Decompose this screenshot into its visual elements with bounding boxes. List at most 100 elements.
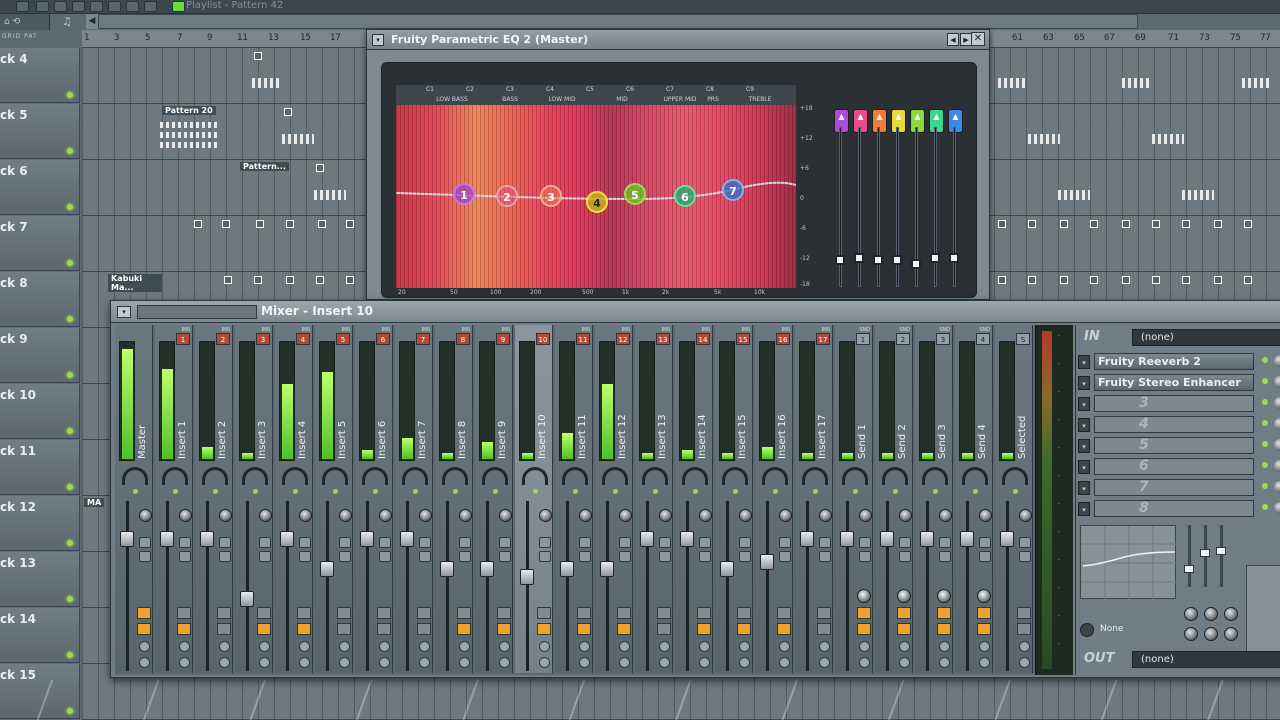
swap-button[interactable] [179, 551, 191, 562]
clip-marker[interactable] [1182, 276, 1190, 284]
slot-menu-icon[interactable]: ▾ [1078, 418, 1090, 432]
track-option-icon[interactable] [979, 657, 990, 668]
slot-mix-knob[interactable] [1274, 502, 1280, 514]
eq-spectrum-display[interactable]: 1 2 3 4 5 6 7 [396, 105, 796, 288]
pattern-clip[interactable]: Pattern 20 [160, 106, 220, 156]
clip-marker[interactable] [1028, 276, 1036, 284]
mixer-track[interactable]: SND 1 Send 1 [835, 325, 873, 673]
pan-knob[interactable] [802, 467, 828, 485]
swap-button[interactable] [539, 537, 551, 548]
track-option-icon[interactable] [899, 657, 910, 668]
clip-marker[interactable] [346, 220, 354, 228]
swap-button[interactable] [339, 537, 351, 548]
track-number-badge[interactable]: 15 [736, 333, 750, 345]
volume-fader[interactable] [280, 531, 294, 547]
track-active-led[interactable] [67, 372, 73, 378]
swap-button[interactable] [219, 551, 231, 562]
effect-slot-name[interactable]: 6 [1094, 458, 1254, 475]
track-option-icon[interactable] [739, 657, 750, 668]
clip-marker[interactable] [1028, 220, 1036, 228]
track-header[interactable]: ck 11 [0, 440, 80, 495]
track-active-led[interactable] [67, 204, 73, 210]
track-number-badge[interactable]: 17 [816, 333, 830, 345]
track-option-icon[interactable] [139, 641, 150, 652]
track-option-icon[interactable] [1019, 641, 1030, 652]
route-button[interactable] [457, 623, 471, 635]
route-button[interactable] [217, 607, 231, 619]
pan-knob[interactable] [482, 467, 508, 485]
send-level-knob[interactable] [937, 589, 951, 603]
track-active-led[interactable] [67, 652, 73, 658]
track-active-led[interactable] [67, 148, 73, 154]
pattern-clip[interactable]: Pattern... [238, 162, 298, 212]
mixer-track[interactable]: SND 4 Send 4 [955, 325, 993, 673]
track-number-badge[interactable]: 9 [496, 333, 510, 345]
record-icon[interactable] [36, 1, 49, 12]
mixer-track[interactable]: S Selected [995, 325, 1033, 673]
clip-marker[interactable] [284, 108, 292, 116]
mixer-track[interactable]: INS 1 Insert 1 [155, 325, 193, 673]
mute-tool-icon[interactable] [144, 1, 157, 12]
clip-marker[interactable] [998, 220, 1006, 228]
pattern-clip[interactable]: MA [82, 498, 108, 548]
track-option-icon[interactable] [939, 641, 950, 652]
pan-knob[interactable] [322, 467, 348, 485]
stereo-knob[interactable] [979, 509, 992, 522]
clip-marker[interactable] [1182, 220, 1190, 228]
mixer-track[interactable]: INS 4 Insert 4 [275, 325, 313, 673]
clip-marker[interactable] [286, 220, 294, 228]
track-number-badge[interactable]: 8 [456, 333, 470, 345]
volume-fader[interactable] [320, 561, 334, 577]
swap-button[interactable] [499, 551, 511, 562]
stereo-knob[interactable] [699, 509, 712, 522]
route-button[interactable] [497, 607, 511, 619]
volume-fader[interactable] [720, 561, 734, 577]
band-gain-knob[interactable] [892, 255, 902, 265]
track-enabled-led[interactable] [133, 489, 138, 494]
slot-mix-knob[interactable] [1274, 355, 1280, 367]
stereo-knob[interactable] [339, 509, 352, 522]
track-enabled-led[interactable] [693, 489, 698, 494]
clip-marker[interactable] [1122, 220, 1130, 228]
swap-button[interactable] [299, 537, 311, 548]
mixer-track[interactable]: INS 17 Insert 17 [795, 325, 833, 673]
effect-slot-name[interactable]: Fruity Stereo Enhancer [1094, 374, 1254, 391]
slot-mix-knob[interactable] [1274, 460, 1280, 472]
menu-icon[interactable] [16, 1, 29, 12]
mixer-track[interactable]: INS 2 Insert 2 [195, 325, 233, 673]
pattern-clip[interactable] [252, 78, 282, 88]
slot-mix-knob[interactable] [1274, 376, 1280, 388]
volume-fader-track[interactable] [246, 501, 249, 671]
stereo-knob[interactable] [539, 509, 552, 522]
track-enabled-led[interactable] [333, 489, 338, 494]
pattern-clip[interactable] [1058, 190, 1090, 200]
swap-button[interactable] [739, 537, 751, 548]
track-number-badge[interactable]: 13 [656, 333, 670, 345]
volume-fader[interactable] [680, 531, 694, 547]
track-option-icon[interactable] [739, 641, 750, 652]
clip-marker[interactable] [318, 220, 326, 228]
clip-marker[interactable] [194, 220, 202, 228]
mixer-track[interactable]: INS 8 Insert 8 [435, 325, 473, 673]
slot-mix-knob[interactable] [1274, 397, 1280, 409]
stereo-knob[interactable] [819, 509, 832, 522]
slot-menu-icon[interactable]: ▾ [1078, 460, 1090, 474]
route-button[interactable] [1017, 607, 1031, 619]
track-option-icon[interactable] [259, 641, 270, 652]
track-header[interactable]: ck 8 [0, 272, 80, 327]
eq-band-slider-cap[interactable] [1184, 565, 1194, 573]
track-number-badge[interactable]: 4 [976, 333, 990, 345]
route-button[interactable] [457, 607, 471, 619]
clip-marker[interactable] [346, 276, 354, 284]
track-active-led[interactable] [67, 260, 73, 266]
clip-marker[interactable] [1214, 276, 1222, 284]
clip-marker[interactable] [256, 220, 264, 228]
track-active-led[interactable] [67, 316, 73, 322]
track-enabled-led[interactable] [1013, 489, 1018, 494]
route-button[interactable] [497, 623, 511, 635]
mixer-titlebar[interactable]: ▾ Mixer - Insert 10 [111, 301, 1280, 323]
track-active-led[interactable] [67, 92, 73, 98]
track-enabled-led[interactable] [813, 489, 818, 494]
effect-slot[interactable]: ▾ Fruity Stereo Enhancer [1076, 374, 1280, 392]
volume-fader-track[interactable] [446, 501, 449, 671]
